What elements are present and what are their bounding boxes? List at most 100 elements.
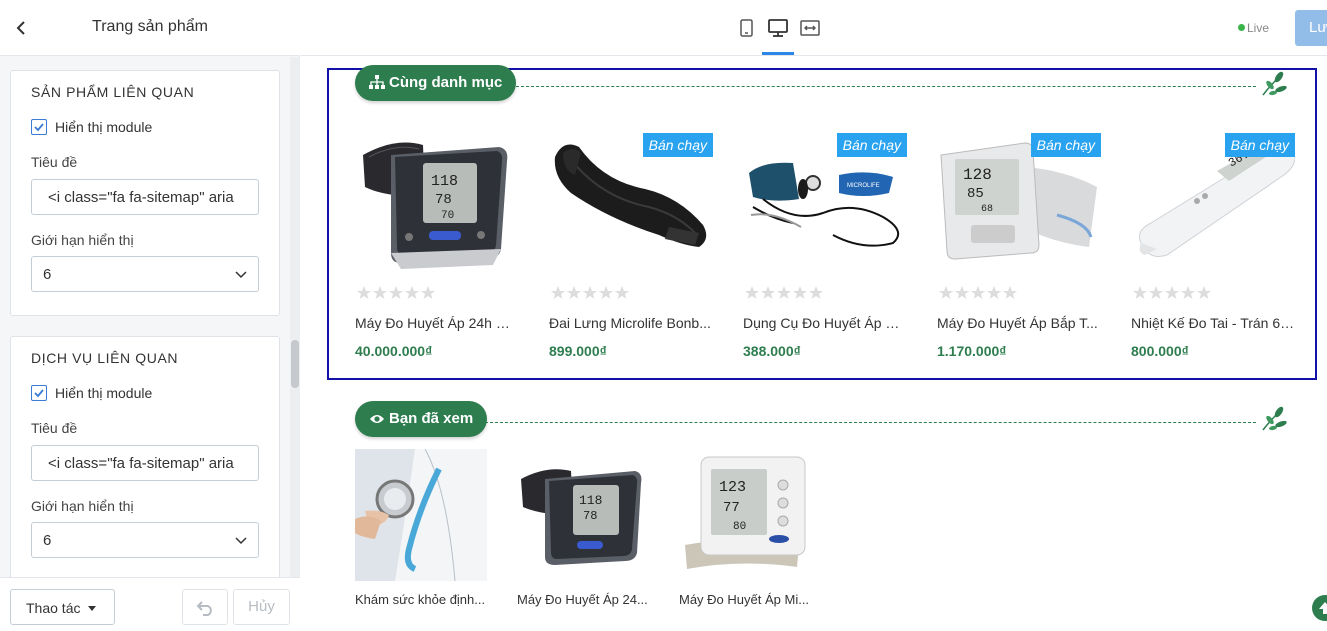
svg-text:118: 118: [431, 173, 458, 190]
leaf-decoration-icon: [1259, 69, 1289, 99]
product-name[interactable]: Dụng Cụ Đo Huyết Áp M...: [743, 315, 907, 331]
settings-sidebar: Trang sản phẩm SẢN PHẨM LIÊN QUAN Hiển t…: [0, 0, 300, 631]
svg-text:123: 123: [719, 479, 746, 496]
title-input[interactable]: [31, 445, 259, 481]
viewed-image-doctor-stethoscope[interactable]: [355, 448, 487, 582]
related-products-card: SẢN PHẨM LIÊN QUAN Hiển thị module Tiêu …: [10, 70, 280, 316]
limit-field-label: Giới hạn hiển thị: [31, 232, 134, 248]
bestseller-tag: Bán chạy: [1224, 133, 1295, 157]
eye-icon: [370, 415, 384, 423]
related-services-heading: DỊCH VỤ LIÊN QUAN: [31, 350, 179, 366]
sidebar-scrollbar[interactable]: [290, 57, 300, 577]
chevron-down-icon: [234, 267, 248, 281]
scroll-to-top-icon[interactable]: [1312, 595, 1327, 621]
product-card[interactable]: MICROLIFE Bán chạy Dụng Cụ Đo Huyết Áp M…: [743, 127, 917, 367]
product-card[interactable]: Bán chạy Đai Lưng Microlife Bonb... 899.…: [549, 127, 723, 367]
desktop-view-icon[interactable]: [766, 16, 790, 40]
fullwidth-view-icon[interactable]: [798, 16, 822, 40]
product-price: 899.000₫: [549, 343, 607, 359]
svg-text:80: 80: [733, 521, 746, 533]
section-divider: [485, 422, 1256, 423]
viewed-item-name[interactable]: Khám sức khỏe định...: [355, 592, 487, 607]
product-name[interactable]: Máy Đo Huyết Áp Bắp T...: [937, 315, 1101, 331]
show-module-label: Hiển thị module: [55, 385, 153, 401]
limit-field-label: Giới hạn hiển thị: [31, 498, 134, 514]
product-card[interactable]: 36.1 Bán chạy Nhiệt Kế Đo Tai - Trán 6 .…: [1131, 127, 1305, 367]
rating-stars: [357, 286, 435, 299]
title-field-label: Tiêu đề: [31, 420, 78, 436]
related-products-heading: SẢN PHẨM LIÊN QUAN: [31, 84, 195, 100]
bestseller-tag: Bán chạy: [1030, 133, 1101, 157]
show-module-label: Hiển thị module: [55, 119, 153, 135]
section-badge-viewed: Bạn đã xem: [355, 401, 488, 437]
viewed-image-wrist-bp-monitor[interactable]: 123 77 80: [679, 449, 811, 581]
show-module-checkbox[interactable]: [31, 385, 47, 401]
related-services-card: DỊCH VỤ LIÊN QUAN Hiển thị module Tiêu đ…: [10, 336, 280, 577]
cancel-button[interactable]: Hủy: [233, 589, 290, 625]
product-name[interactable]: Nhiệt Kế Đo Tai - Trán 6 ...: [1131, 315, 1295, 331]
limit-select-value: 6: [43, 266, 52, 283]
product-name[interactable]: Đai Lưng Microlife Bonb...: [549, 315, 713, 331]
undo-button[interactable]: [182, 589, 228, 625]
sitemap-icon: [369, 75, 385, 89]
viewed-item-name[interactable]: Máy Đo Huyết Áp 24...: [517, 592, 649, 607]
live-status: Live: [1238, 21, 1270, 35]
viewed-item[interactable]: Khám sức khỏe định...: [355, 448, 487, 619]
leaf-decoration-icon: [1259, 404, 1289, 434]
svg-text:MICROLIFE: MICROLIFE: [847, 183, 880, 189]
section-title: Bạn đã xem: [389, 410, 474, 427]
actions-dropdown-button[interactable]: Thao tác: [10, 589, 115, 625]
chevron-down-icon: [234, 533, 248, 547]
title-field-label: Tiêu đề: [31, 154, 78, 170]
svg-text:118: 118: [579, 493, 602, 508]
live-dot-icon: [1238, 24, 1245, 31]
actions-label: Thao tác: [26, 600, 81, 616]
product-image-blood-pressure-monitor[interactable]: 118 78 70: [355, 127, 519, 277]
rating-stars: [745, 286, 823, 299]
product-price: 1.170.000₫: [937, 343, 1007, 359]
limit-select[interactable]: 6: [31, 256, 259, 292]
sidebar-title: Trang sản phẩm: [92, 18, 208, 35]
product-price: 388.000₫: [743, 343, 801, 359]
rating-stars: [551, 286, 629, 299]
product-name[interactable]: Máy Đo Huyết Áp 24h W...: [355, 315, 519, 331]
active-view-indicator: [762, 52, 794, 55]
bestseller-tag: Bán chạy: [642, 133, 713, 157]
svg-text:68: 68: [981, 204, 993, 215]
title-input[interactable]: [31, 179, 259, 215]
show-module-checkbox[interactable]: [31, 119, 47, 135]
section-badge-same-category: Cùng danh mục: [355, 65, 517, 101]
sidebar-header: Trang sản phẩm: [0, 0, 300, 56]
limit-select-value: 6: [43, 532, 52, 549]
sidebar-footer: Thao tác Hủy: [0, 577, 300, 631]
undo-icon: [196, 601, 212, 616]
section-title: Cùng danh mục: [389, 74, 503, 91]
section-divider: [511, 86, 1256, 87]
viewed-item[interactable]: 118 78 Máy Đo Huyết Áp 24...: [517, 449, 649, 619]
preview-canvas: Cùng danh mục 118 78 70 Máy Đo Huyết Áp …: [301, 57, 1327, 631]
viewed-item-name[interactable]: Máy Đo Huyết Áp Mi...: [679, 592, 811, 607]
svg-text:77: 77: [723, 500, 740, 516]
sidebar-scroll-area: SẢN PHẨM LIÊN QUAN Hiển thị module Tiêu …: [0, 57, 300, 577]
svg-text:78: 78: [435, 192, 452, 208]
rating-stars: [939, 286, 1017, 299]
viewed-image-blood-pressure-monitor[interactable]: 118 78: [517, 449, 649, 581]
svg-text:128: 128: [963, 166, 992, 184]
save-button[interactable]: Lưu: [1295, 10, 1327, 46]
product-card[interactable]: 118 78 70 Máy Đo Huyết Áp 24h W... 40.00…: [355, 127, 529, 367]
viewed-item[interactable]: 123 77 80 Máy Đo Huyết Áp Mi...: [679, 449, 811, 619]
live-label: Live: [1247, 21, 1270, 35]
caret-down-icon: [88, 606, 96, 611]
limit-select[interactable]: 6: [31, 522, 259, 558]
svg-text:85: 85: [967, 186, 984, 202]
sidebar-scrollbar-thumb[interactable]: [291, 340, 299, 388]
bestseller-tag: Bán chạy: [836, 133, 907, 157]
product-price: 800.000₫: [1131, 343, 1189, 359]
svg-text:70: 70: [441, 210, 454, 222]
rating-stars: [1133, 286, 1211, 299]
svg-text:78: 78: [583, 509, 597, 523]
product-price: 40.000.000₫: [355, 343, 433, 359]
product-card[interactable]: 128 85 68 Bán chạy Máy Đo Huyết Áp Bắp T…: [937, 127, 1111, 367]
preview-toolbar: Live Lưu: [301, 0, 1327, 56]
mobile-view-icon[interactable]: [734, 16, 758, 40]
